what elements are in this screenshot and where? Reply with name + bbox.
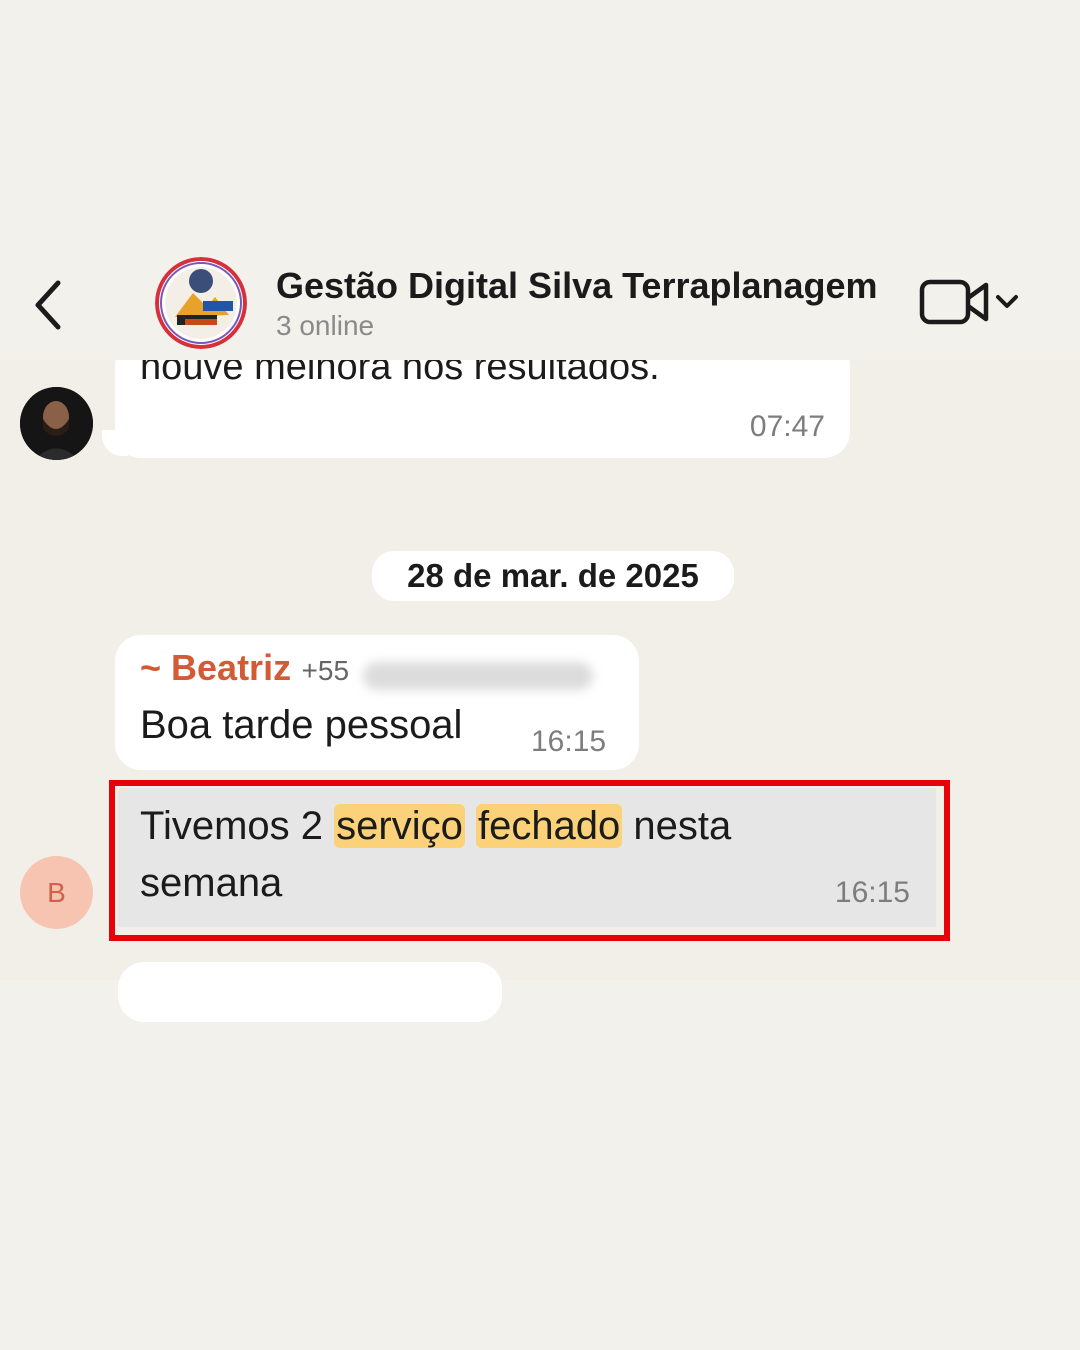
- message-bubble-partial[interactable]: [118, 962, 502, 1022]
- back-button[interactable]: [28, 275, 72, 335]
- chevron-down-icon: [996, 295, 1018, 308]
- chevron-left-icon: [35, 280, 61, 330]
- blurred-phone-number: [363, 661, 594, 690]
- group-title[interactable]: Gestão Digital Silva Terraplanagem: [276, 265, 878, 307]
- avatar[interactable]: [20, 387, 93, 460]
- message-text: Boa tarde pessoal: [140, 703, 463, 747]
- message-time: 07:47: [749, 410, 825, 443]
- highlight-box: [109, 780, 950, 941]
- message-bubble[interactable]: ~ Beatriz +55 Boa tarde pessoal 16:15: [115, 635, 639, 770]
- person-photo-icon: [20, 387, 93, 460]
- sender-line: ~ Beatriz +55: [140, 647, 594, 690]
- avatar-initial[interactable]: B: [20, 856, 93, 929]
- date-separator: 28 de mar. de 2025: [372, 551, 734, 601]
- message-time: 16:15: [531, 725, 607, 758]
- group-avatar[interactable]: [155, 257, 247, 349]
- sender-phone-prefix: +55: [301, 655, 350, 686]
- online-status: 3 online: [276, 310, 375, 341]
- sender-name[interactable]: ~ Beatriz: [140, 647, 291, 688]
- group-logo: [155, 257, 247, 349]
- video-call-icon: [919, 279, 1018, 325]
- video-call-button[interactable]: [918, 276, 1024, 330]
